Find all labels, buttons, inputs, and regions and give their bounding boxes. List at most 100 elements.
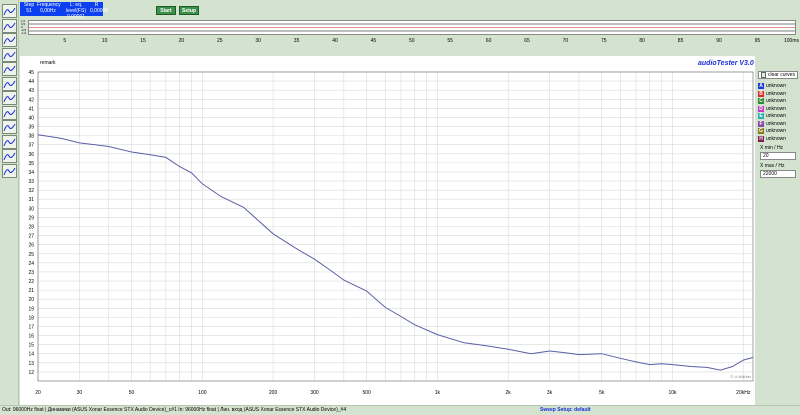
time-tick-label: 80 <box>639 38 645 44</box>
time-tick-label: 75 <box>601 38 607 44</box>
y-tick-label: 32 <box>28 188 34 194</box>
settings-icon[interactable] <box>2 120 17 134</box>
y-tick-label: 36 <box>28 152 34 158</box>
xmax-input[interactable]: 22000 <box>760 170 796 178</box>
left-toolbar <box>0 0 19 405</box>
curve-label: unknown <box>766 113 787 119</box>
y-tick-label: 21 <box>28 288 34 294</box>
curve-swatch[interactable]: E <box>758 113 764 119</box>
status-device-info: Out: 96000Hz float | Динамики (ASUS Xona… <box>2 407 347 413</box>
y-tick-label: 30 <box>28 206 34 212</box>
curve-label: unknown <box>766 120 787 127</box>
xmin-input[interactable]: 20 <box>760 152 796 160</box>
y-tick-label: 19 <box>28 306 34 312</box>
y-tick-label: 41 <box>28 106 34 112</box>
curve-label: unknown <box>766 135 787 142</box>
time-tick-label: 95 <box>754 38 761 44</box>
start-button[interactable]: Start <box>156 6 176 15</box>
impulse-icon[interactable] <box>2 91 17 105</box>
curve-swatch[interactable]: H <box>758 135 764 142</box>
xmax-label: X max / Hz <box>760 163 785 169</box>
r-level-col: R 0,00006 <box>90 2 108 14</box>
app-logo: audioTester V3.0 <box>698 60 754 67</box>
time-tick-label: 15 <box>140 38 146 44</box>
status-bar: Out: 96000Hz float | Динамики (ASUS Xona… <box>0 405 800 415</box>
x-tick-label: 300 <box>310 390 319 396</box>
x-tick-label: 30 <box>77 390 83 396</box>
step-col: Step 51 <box>22 2 36 14</box>
x-tick-label: 10k <box>668 390 677 396</box>
y-tick-label: 27 <box>28 234 34 240</box>
measurement-readout: Step 51 Frequency 0,00Hz L: eq. level(FS… <box>20 2 108 20</box>
y-tick-label: 26 <box>28 243 34 249</box>
time-tick-label: 85 <box>677 38 684 44</box>
y-tick-label: 23 <box>28 270 34 276</box>
y-tick-label: 12 <box>28 370 34 376</box>
y-tick-label: 33 <box>28 179 34 185</box>
y-tick-label: 39 <box>28 125 34 131</box>
frequency-response-plot: 12 13 14 15 16 17 18 19 20 21 22 23 24 25 26 27 28 29 30 31… <box>20 56 755 405</box>
y-tick-label: 38 <box>28 134 34 140</box>
y-tick-label: 15 <box>28 343 34 349</box>
time-tick-label: 50 <box>409 38 415 44</box>
clear-curves-checkbox[interactable] <box>761 72 766 78</box>
y-tick-label: 18 <box>28 315 34 321</box>
curve-label: unknown <box>766 83 787 89</box>
x-tick-label: 100 <box>198 390 207 396</box>
frequency-col: Frequency 0,00Hz <box>37 2 61 14</box>
curve-swatch[interactable]: G <box>758 128 764 134</box>
step-value: 51 <box>26 8 32 14</box>
time-scale-end-label: 100ms <box>784 38 800 44</box>
remark-label[interactable]: remark <box>40 60 56 66</box>
curve-label: unknown <box>766 98 787 104</box>
setup-button[interactable]: Setup <box>179 6 199 15</box>
curve-icon[interactable] <box>2 149 17 163</box>
curve-swatch[interactable]: F <box>758 120 764 127</box>
audiotester-window: Step 51 Frequency 0,00Hz L: eq. level(FS… <box>0 0 800 415</box>
gauge-icon[interactable] <box>2 163 17 178</box>
frequency-response-chart: 12 13 14 15 16 17 18 19 20 21 22 23 24 25 26 27 28 29 30 31… <box>28 70 754 396</box>
curve-swatch[interactable]: D <box>758 105 764 112</box>
spectrum-icon[interactable] <box>2 47 17 62</box>
y-tick-label: 40 <box>28 115 34 121</box>
curve-legend: Aunknown Bunknown Cunknown Dunknown Eunknown… <box>756 82 798 202</box>
y-tick-label: 45 <box>28 70 34 76</box>
time-tick-label: 25 <box>217 38 223 44</box>
time-tick-label: 20 <box>178 38 185 44</box>
curve-swatch[interactable]: B <box>758 90 764 97</box>
time-tick-label: 5 <box>63 38 67 44</box>
clear-curves-button[interactable]: clear curves <box>758 71 798 79</box>
sine-icon[interactable] <box>2 18 17 33</box>
y-tick-label: 37 <box>28 143 34 149</box>
time-tick-label: 55 <box>447 38 453 44</box>
y-tick-label: 35 <box>28 161 34 167</box>
x-tick-label: 20kHz <box>736 390 751 396</box>
time-y-tick-label: -1,0 <box>21 31 27 35</box>
filter-icon[interactable] <box>2 62 17 76</box>
wave-icon[interactable] <box>2 33 17 47</box>
x-tick-label: 3k <box>547 390 553 396</box>
curve-legend-item[interactable]: Hunknown <box>756 135 798 143</box>
clear-curves-label: clear curves <box>768 72 795 78</box>
x-tick-label: 200 <box>269 390 278 396</box>
frequency-response-curve <box>37 134 754 371</box>
y-tick-label: 31 <box>28 197 34 203</box>
y-tick-label: 28 <box>28 225 34 231</box>
curve-swatch[interactable]: C <box>758 98 764 104</box>
time-tick-label: 90 <box>716 38 722 44</box>
x-tick-label: 2k <box>506 390 512 396</box>
y-tick-label: 14 <box>28 352 34 358</box>
y-tick-label: 43 <box>28 88 34 94</box>
xmin-label: X min / Hz <box>760 145 784 151</box>
sweep-icon[interactable] <box>2 4 17 18</box>
time-tick-label: 45 <box>370 38 377 44</box>
x-tick-label: 500 <box>362 390 371 396</box>
time-domain-strip <box>28 20 796 35</box>
y-tick-label: 34 <box>28 170 34 176</box>
curve-swatch[interactable]: A <box>758 83 764 89</box>
curve-label: unknown <box>766 105 787 112</box>
noise-icon[interactable] <box>2 134 17 149</box>
distortion-icon[interactable] <box>2 105 17 120</box>
tsp-icon[interactable] <box>2 76 17 91</box>
x-tick-label: 5k <box>599 390 605 396</box>
